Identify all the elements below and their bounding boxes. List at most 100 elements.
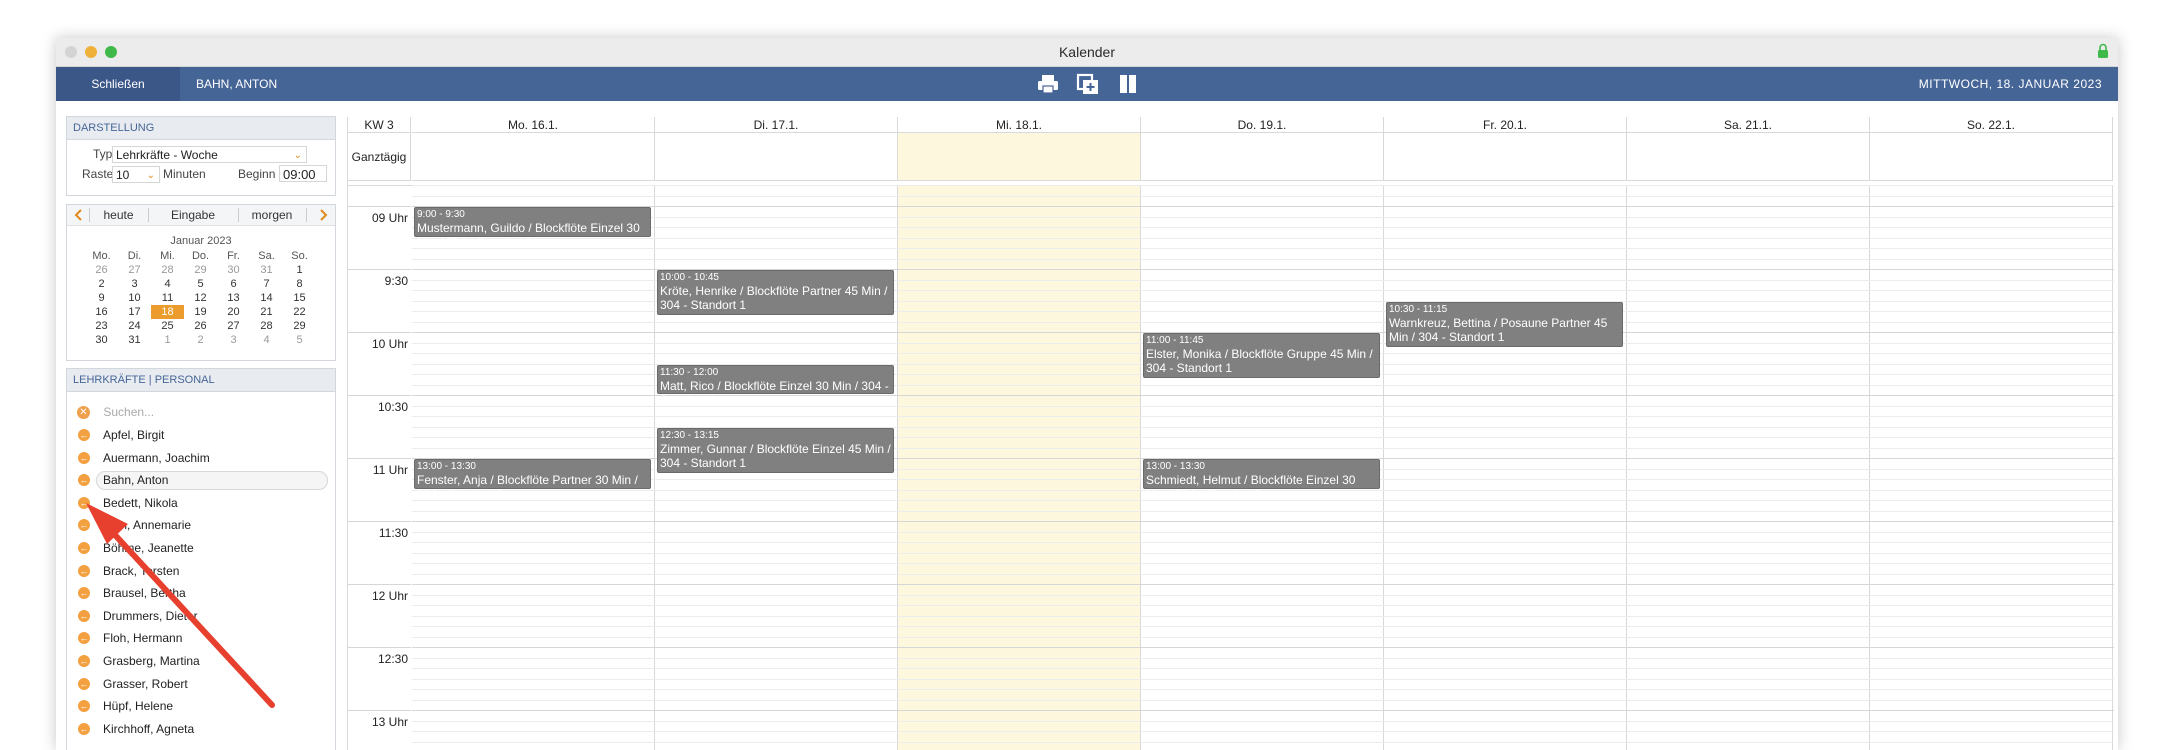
arrow-left-icon[interactable]: ← (78, 722, 90, 735)
mini-calendar-day[interactable]: 23 (85, 319, 118, 333)
mini-calendar-day[interactable]: 4 (151, 277, 184, 291)
calendar-event[interactable]: 11:00 - 11:45 Elster, Monika / Blockflöte… (1143, 333, 1380, 379)
arrow-left-icon[interactable]: ← (78, 496, 90, 509)
staff-item[interactable]: ← Auermann, Joachim (75, 449, 327, 467)
day-header[interactable]: Sa. 21.1. (1627, 117, 1870, 133)
mini-calendar-day[interactable]: 14 (250, 291, 283, 305)
allday-cell[interactable] (1384, 133, 1627, 181)
mini-calendar-day[interactable]: 6 (217, 277, 250, 291)
allday-cell[interactable] (1627, 133, 1870, 181)
close-button[interactable]: Schließen (56, 67, 180, 101)
grid-select[interactable]: 10 ⌄ (112, 166, 160, 183)
mini-calendar-day[interactable]: 31 (118, 333, 151, 347)
calendar-event[interactable]: 13:00 - 13:30 Schmiedt, Helmut / Blockflö… (1143, 459, 1380, 501)
day-header[interactable]: Mo. 16.1. (412, 117, 655, 133)
allday-cell[interactable] (1141, 133, 1384, 181)
staff-item[interactable]: ← Bedett, Nikola (75, 494, 327, 512)
allday-cell[interactable] (412, 133, 655, 181)
arrow-left-icon[interactable]: ← (78, 564, 90, 577)
calendar-event[interactable]: 11:30 - 12:00 Matt, Rico / Blockflöte Ein… (657, 364, 894, 407)
mini-calendar-day[interactable]: 25 (151, 319, 184, 333)
mini-calendar-day[interactable]: 21 (250, 305, 283, 319)
staff-item[interactable]: ← Böhme, Jeanette (75, 539, 327, 557)
staff-item-selected[interactable]: ← Bahn, Anton (75, 471, 328, 491)
add-window-icon[interactable] (1075, 72, 1101, 96)
allday-cell[interactable] (898, 133, 1141, 181)
staff-item[interactable]: ← Apfel, Birgit (75, 426, 327, 444)
mini-calendar-day[interactable]: 12 (184, 291, 217, 305)
staff-item[interactable]: ← Kirchhoff, Agneta (75, 720, 327, 738)
calendar-event[interactable]: 10:30 - 11:15 Warnkreuz, Bettina / Posaun… (1386, 301, 1623, 347)
calendar-event[interactable]: 13:00 - 13:30 Fenster, Anja / Blockflöte … (414, 459, 651, 501)
allday-cell[interactable] (1870, 133, 2113, 181)
mini-calendar-day[interactable]: 16 (85, 305, 118, 319)
mini-calendar-day[interactable]: 5 (184, 277, 217, 291)
mini-calendar-day[interactable]: 9 (85, 291, 118, 305)
allday-cell[interactable] (655, 133, 898, 181)
mini-calendar-day[interactable]: 7 (250, 277, 283, 291)
mini-calendar-day[interactable]: 26 (184, 319, 217, 333)
mini-calendar-day[interactable]: 1 (283, 263, 316, 277)
mini-calendar-day[interactable]: 4 (250, 333, 283, 347)
staff-item[interactable]: ← Brack, Torsten (75, 562, 327, 580)
mini-calendar-day[interactable]: 27 (118, 263, 151, 277)
mini-calendar-day[interactable]: 27 (217, 319, 250, 333)
mini-calendar-day[interactable]: 3 (217, 333, 250, 347)
mini-calendar-today[interactable]: 18 (151, 305, 184, 319)
mini-calendar-day[interactable]: 31 (250, 263, 283, 277)
staff-item[interactable]: ← Grasser, Robert (75, 675, 327, 693)
arrow-left-icon[interactable]: ← (78, 632, 90, 645)
split-view-icon[interactable] (1115, 72, 1141, 96)
mini-calendar-day[interactable]: 22 (283, 305, 316, 319)
day-header[interactable]: So. 22.1. (1870, 117, 2113, 133)
today-button[interactable]: heute (90, 208, 147, 222)
chevron-right-icon[interactable] (317, 208, 329, 222)
day-header[interactable]: Fr. 20.1. (1384, 117, 1627, 133)
start-time-field[interactable]: 09:00 (279, 165, 327, 182)
staff-item[interactable]: ← Hüpf, Helene (75, 697, 327, 715)
mini-calendar-day[interactable]: 13 (217, 291, 250, 305)
mini-calendar-day[interactable]: 2 (85, 277, 118, 291)
mini-calendar-day[interactable]: 11 (151, 291, 184, 305)
mini-calendar-day[interactable]: 29 (283, 319, 316, 333)
mini-calendar-day[interactable]: 20 (217, 305, 250, 319)
entry-button[interactable]: Eingabe (149, 208, 237, 222)
mini-calendar-day[interactable]: 26 (85, 263, 118, 277)
chevron-left-icon[interactable] (73, 208, 85, 222)
mini-calendar-day[interactable]: 30 (85, 333, 118, 347)
calendar-event[interactable]: 10:00 - 10:45 Kröte, Henrike / Blockflöte… (657, 270, 894, 316)
staff-item[interactable]: ← Grasberg, Martina (75, 652, 327, 670)
mini-calendar-day[interactable]: 3 (118, 277, 151, 291)
arrow-left-icon[interactable]: ← (78, 587, 90, 600)
arrow-left-icon[interactable]: ← (78, 677, 90, 690)
arrow-left-icon[interactable]: ← (78, 451, 90, 464)
arrow-left-icon[interactable]: ← (78, 474, 90, 487)
day-header[interactable]: Di. 17.1. (655, 117, 898, 133)
day-header[interactable]: Do. 19.1. (1141, 117, 1384, 133)
mini-calendar-day[interactable]: 29 (184, 263, 217, 277)
print-icon[interactable] (1035, 72, 1061, 96)
mini-calendar-day[interactable]: 24 (118, 319, 151, 333)
staff-item[interactable]: ← Floh, Hermann (75, 629, 327, 647)
mini-calendar-day[interactable]: 8 (283, 277, 316, 291)
calendar-event[interactable]: 9:00 - 9:30 Mustermann, Guildo / Blockflö… (414, 207, 651, 249)
mini-calendar-day[interactable]: 28 (151, 263, 184, 277)
mini-calendar-day[interactable]: 28 (250, 319, 283, 333)
type-select[interactable]: Lehrkräfte - Woche ⌄ (112, 146, 307, 163)
search-input[interactable]: Suchen... (103, 405, 154, 419)
day-header[interactable]: Mi. 18.1. (898, 117, 1141, 133)
lock-icon[interactable] (2096, 43, 2110, 59)
mini-calendar-day[interactable]: 1 (151, 333, 184, 347)
mini-calendar-day[interactable]: 10 (118, 291, 151, 305)
mini-calendar-day[interactable]: 2 (184, 333, 217, 347)
arrow-left-icon[interactable]: ← (78, 609, 90, 622)
arrow-left-icon[interactable]: ← (78, 700, 90, 713)
mini-calendar-day[interactable]: 15 (283, 291, 316, 305)
mini-calendar-day[interactable]: 19 (184, 305, 217, 319)
arrow-left-icon[interactable]: ← (78, 655, 90, 667)
staff-item[interactable]: ← Brausel, Bertha (75, 584, 327, 602)
calendar-event[interactable]: 12:30 - 13:15 Zimmer, Gunnar / Blockflöte… (657, 427, 894, 473)
staff-item[interactable]: ← Bein, Annemarie (75, 516, 327, 534)
clear-search-icon[interactable]: ✕ (77, 406, 90, 420)
mini-calendar-day[interactable]: 17 (118, 305, 151, 319)
